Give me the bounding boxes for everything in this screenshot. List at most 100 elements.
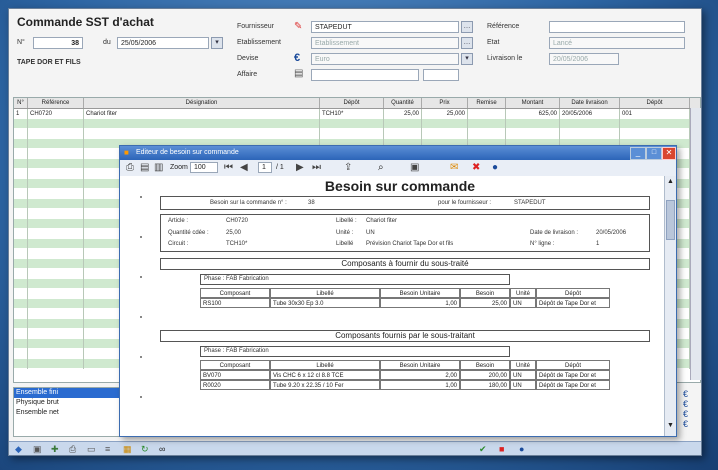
etat-field[interactable]: Lancé xyxy=(549,37,685,49)
euro-side-icons[interactable]: € € € € xyxy=(683,389,688,429)
table-cell[interactable] xyxy=(620,129,690,139)
table-cell[interactable]: 25,00 xyxy=(384,109,422,119)
table-cell[interactable] xyxy=(28,329,84,339)
zoom-input[interactable]: 100 xyxy=(190,162,218,173)
list-item[interactable]: Ensemble fini xyxy=(14,388,122,398)
pencil-icon[interactable]: ✎ xyxy=(294,21,302,32)
search-icon[interactable]: ⌕ xyxy=(378,162,384,173)
table-cell[interactable] xyxy=(28,189,84,199)
page-icon[interactable]: ▤ xyxy=(140,162,149,173)
table-cell[interactable] xyxy=(14,219,28,229)
table-cell[interactable] xyxy=(14,209,28,219)
column-header[interactable]: Montant xyxy=(506,98,560,108)
table-cell[interactable] xyxy=(320,119,384,129)
help-icon[interactable]: ● xyxy=(519,444,524,454)
table-cell[interactable] xyxy=(506,129,560,139)
scroll-thumb[interactable] xyxy=(666,200,675,240)
refresh-icon[interactable]: ↻ xyxy=(141,444,149,454)
table-cell[interactable] xyxy=(28,349,84,359)
email-icon[interactable]: ✉ xyxy=(450,162,458,173)
table-cell[interactable] xyxy=(14,239,28,249)
next-page-icon[interactable]: ▶ xyxy=(296,162,304,173)
column-header[interactable]: N° xyxy=(14,98,28,108)
last-page-icon[interactable]: ⏭ xyxy=(312,162,321,173)
table-cell[interactable] xyxy=(28,229,84,239)
save-icon[interactable]: ▣ xyxy=(410,162,419,173)
table-cell[interactable]: 25,000 xyxy=(422,109,468,119)
table-cell[interactable] xyxy=(384,119,422,129)
scroll-up-icon[interactable]: ▲ xyxy=(666,178,675,188)
table-cell[interactable] xyxy=(14,329,28,339)
table-cell[interactable] xyxy=(384,129,422,139)
table-cell[interactable] xyxy=(14,289,28,299)
column-header[interactable]: Désignation xyxy=(84,98,320,108)
table-cell[interactable] xyxy=(14,159,28,169)
table-cell[interactable]: Chariot fiter xyxy=(84,109,320,119)
table-cell[interactable] xyxy=(28,289,84,299)
table-cell[interactable] xyxy=(422,129,468,139)
table-cell[interactable] xyxy=(14,359,28,369)
table-cell[interactable] xyxy=(14,339,28,349)
table-cell[interactable] xyxy=(28,159,84,169)
column-header[interactable]: Quantité xyxy=(384,98,422,108)
table-cell[interactable]: 20/05/2006 xyxy=(560,109,620,119)
first-page-icon[interactable]: ⏮ xyxy=(224,162,233,173)
table-cell[interactable] xyxy=(28,169,84,179)
reference-field[interactable] xyxy=(549,21,685,33)
table-cell[interactable] xyxy=(14,279,28,289)
table-cell[interactable] xyxy=(620,119,690,129)
table-cell[interactable] xyxy=(28,129,84,139)
table-cell[interactable] xyxy=(84,129,320,139)
table-cell[interactable] xyxy=(84,119,320,129)
table-cell[interactable] xyxy=(14,229,28,239)
table-cell[interactable] xyxy=(14,149,28,159)
table-cell[interactable] xyxy=(28,239,84,249)
chart-icon[interactable]: ▦ xyxy=(123,444,132,454)
fournisseur-field[interactable]: STAPEDUT xyxy=(311,21,459,33)
table-cell[interactable]: TCH10* xyxy=(320,109,384,119)
table-cell[interactable] xyxy=(14,259,28,269)
folder-icon[interactable]: ▤ xyxy=(294,68,303,79)
table-cell[interactable] xyxy=(14,169,28,179)
column-header[interactable]: Remise xyxy=(468,98,506,108)
table-cell[interactable] xyxy=(320,129,384,139)
etablissement-field[interactable]: Etablissement xyxy=(311,37,459,49)
table-cell[interactable] xyxy=(28,179,84,189)
table-cell[interactable] xyxy=(14,119,28,129)
minimize-button[interactable]: _ xyxy=(630,147,646,160)
calendar-button[interactable]: ▾ xyxy=(211,37,223,49)
table-cell[interactable] xyxy=(28,199,84,209)
table-cell[interactable] xyxy=(28,219,84,229)
scroll-down-icon[interactable]: ▼ xyxy=(666,422,675,432)
table-cell[interactable] xyxy=(14,319,28,329)
devise-lookup-button[interactable]: ▾ xyxy=(461,53,473,65)
table-cell[interactable] xyxy=(14,129,28,139)
table-cell[interactable] xyxy=(560,129,620,139)
table-cell[interactable] xyxy=(422,119,468,129)
table-cell[interactable] xyxy=(28,149,84,159)
affaire-extra-field[interactable] xyxy=(423,69,459,81)
printer-icon[interactable]: ⎙ xyxy=(69,444,76,454)
stop-icon[interactable]: ✖ xyxy=(472,162,480,173)
table-cell[interactable] xyxy=(468,109,506,119)
livraison-field[interactable]: 20/05/2006 xyxy=(549,53,619,65)
print-icon[interactable]: ⎙ xyxy=(126,162,134,173)
pages-icon[interactable]: ▥ xyxy=(154,162,163,173)
affaire-field[interactable] xyxy=(311,69,419,81)
table-cell[interactable] xyxy=(14,269,28,279)
table-cell[interactable] xyxy=(14,139,28,149)
tool-icon[interactable]: ✚ xyxy=(51,444,59,454)
table-row[interactable] xyxy=(14,129,700,139)
table-cell[interactable] xyxy=(28,259,84,269)
table-cell[interactable]: CH0720 xyxy=(28,109,84,119)
list-icon[interactable]: ≡ xyxy=(105,444,110,454)
export-icon[interactable]: ⇪ xyxy=(344,162,352,173)
close-icon[interactable]: ■ xyxy=(499,444,504,454)
check-icon[interactable]: ✔ xyxy=(479,444,487,454)
table-cell[interactable] xyxy=(28,299,84,309)
fournisseur-lookup-button[interactable]: … xyxy=(461,21,473,33)
table-cell[interactable] xyxy=(14,299,28,309)
table-cell[interactable] xyxy=(506,119,560,129)
maximize-button[interactable]: □ xyxy=(646,147,662,160)
table-cell[interactable] xyxy=(28,339,84,349)
